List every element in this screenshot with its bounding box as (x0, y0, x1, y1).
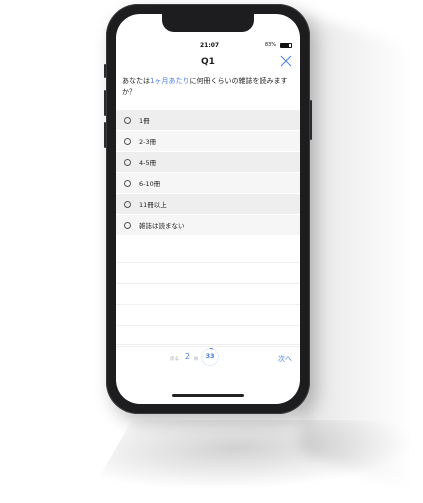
current-question-number: 2 (185, 352, 191, 361)
current-question-suffix: 問 (194, 356, 198, 361)
battery-percent: 83% (264, 42, 276, 48)
prev-button[interactable]: 戻る (170, 356, 179, 362)
next-button[interactable]: 次へ (278, 354, 292, 364)
phone-frame: 21:07 83% Q1 あなたは1ヶ月あたりに何冊くらいの雑誌を読みますか？ … (104, 4, 312, 414)
power-button (310, 100, 312, 140)
empty-row (116, 284, 300, 305)
radio-button[interactable] (124, 137, 131, 145)
answer-label: 6-10冊 (139, 180, 161, 188)
answer-option[interactable]: 4-5冊 (116, 152, 300, 173)
battery-icon (280, 43, 292, 48)
mute-switch (104, 64, 106, 78)
total-questions: 33 (205, 352, 215, 360)
question-text: あなたは1ヶ月あたりに何冊くらいの雑誌を読みますか？ (122, 76, 292, 98)
answer-label: 4-5冊 (139, 159, 157, 167)
empty-row (116, 263, 300, 284)
answer-option[interactable]: 1冊 (116, 110, 300, 131)
status-bar: 21:07 83% (116, 42, 300, 54)
empty-rows (116, 242, 300, 347)
radio-button[interactable] (124, 116, 131, 124)
answer-list: 1冊 2-3冊 4-5冊 6-10冊 11冊以上 雑誌は読まない (116, 110, 300, 236)
answer-label: 11冊以上 (139, 201, 167, 209)
radio-button[interactable] (124, 221, 131, 229)
question-prefix: あなたは (122, 77, 150, 85)
volume-up-button (104, 90, 106, 116)
floor-shadow (91, 420, 423, 490)
notch (162, 14, 254, 32)
answer-option[interactable]: 雑誌は読まない (116, 215, 300, 236)
answer-label: 1冊 (139, 117, 150, 125)
radio-button[interactable] (124, 200, 131, 208)
answer-option[interactable]: 2-3冊 (116, 131, 300, 152)
question-highlight: 1ヶ月あたり (150, 77, 190, 85)
volume-down-button (104, 122, 106, 148)
answer-option[interactable]: 6-10冊 (116, 173, 300, 194)
close-icon[interactable] (280, 55, 292, 67)
status-time: 21:07 (200, 42, 220, 49)
home-indicator (172, 394, 244, 397)
empty-row (116, 305, 300, 326)
empty-row (116, 242, 300, 263)
footer-nav: 戻る 2 問 33 次へ (116, 344, 300, 373)
answer-label: 2-3冊 (139, 138, 157, 146)
radio-button[interactable] (124, 179, 131, 187)
radio-button[interactable] (124, 158, 131, 166)
screen: 21:07 83% Q1 あなたは1ヶ月あたりに何冊くらいの雑誌を読みますか？ … (116, 14, 300, 404)
phone-shadow (300, 12, 410, 488)
page-title: Q1 (201, 57, 215, 67)
answer-label: 雑誌は読まない (139, 222, 185, 230)
answer-option[interactable]: 11冊以上 (116, 194, 300, 215)
